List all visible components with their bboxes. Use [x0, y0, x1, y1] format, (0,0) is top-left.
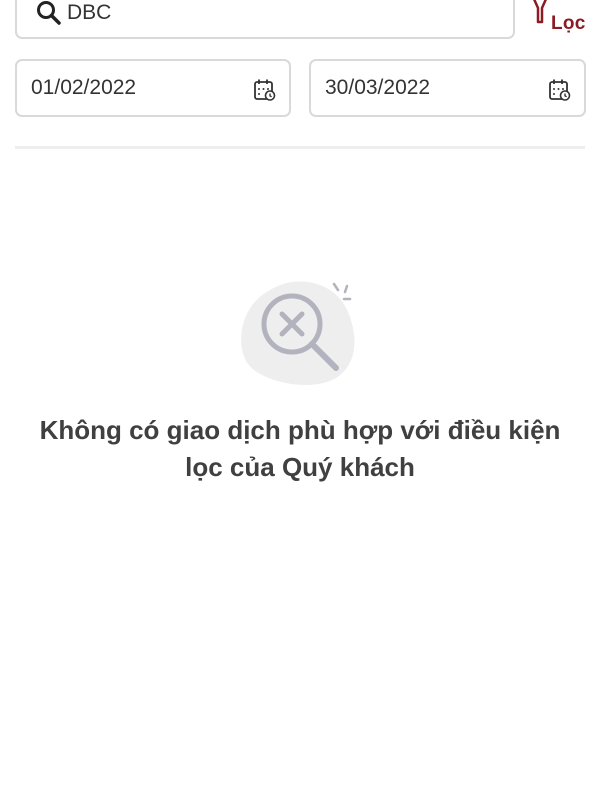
date-to-field[interactable]: 30/03/2022 — [309, 59, 586, 117]
filter-label: Lọc — [551, 13, 586, 34]
empty-message-line1: Không có giao dịch phù hợp với điều kiện — [39, 415, 561, 445]
calendar-icon — [254, 79, 276, 101]
no-results-magnifier-icon — [241, 281, 355, 385]
empty-message-line2: lọc của Quý khách — [185, 452, 415, 482]
date-to-value: 30/03/2022 — [325, 76, 431, 99]
empty-state-message: Không có giao dịch phù hợp với điều kiện… — [20, 412, 580, 486]
divider — [15, 146, 585, 149]
transaction-filter-screen: Lọc 01/02/2022 30/03/2022 — [0, 0, 600, 800]
search-box[interactable] — [15, 0, 515, 39]
date-from-value: 01/02/2022 — [31, 76, 137, 99]
filter-button[interactable]: Lọc — [524, 0, 594, 42]
search-icon — [37, 0, 61, 25]
calendar-icon — [549, 79, 571, 101]
date-from-field[interactable]: 01/02/2022 — [15, 59, 291, 117]
search-input[interactable] — [67, 0, 467, 25]
